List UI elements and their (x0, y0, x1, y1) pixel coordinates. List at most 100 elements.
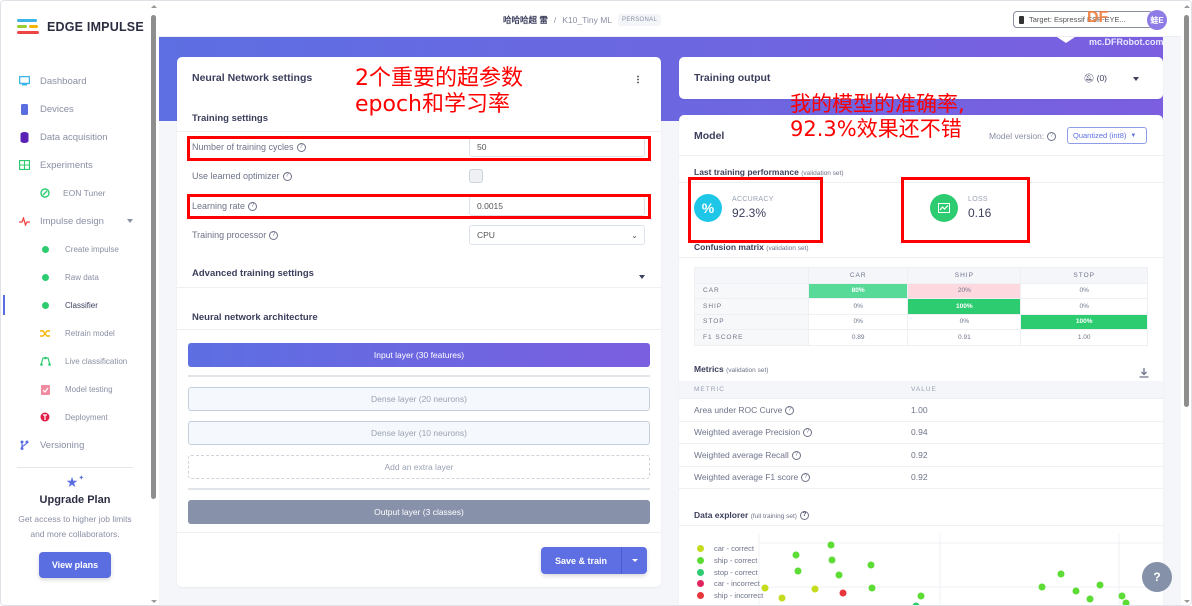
sidebar-item-impulse-design[interactable]: Impulse design (1, 207, 149, 235)
legend-item[interactable]: ship - correct (697, 555, 763, 567)
data-point (828, 556, 836, 564)
bell-off-icon: 🔕︎ (1083, 73, 1095, 83)
add-extra-layer-button[interactable]: Add an extra layer (188, 455, 650, 479)
help-icon[interactable]: ? (799, 511, 809, 521)
sidebar-item-devices[interactable]: Devices (1, 95, 149, 123)
chevron-down-icon[interactable] (639, 275, 645, 279)
upgrade-description: Get access to higher job limits and more… (18, 514, 132, 539)
breadcrumb-owner[interactable]: 哈哈哈超 雷 (503, 14, 548, 26)
sidebar-item-retrain-model[interactable]: Retrain model (1, 319, 149, 347)
page-scrollbar[interactable] (1181, 1, 1191, 605)
more-options-icon[interactable] (637, 75, 639, 84)
scrollbar-thumb[interactable] (1184, 15, 1189, 407)
divider (679, 257, 1163, 258)
cm-row-header: F1 SCORE (694, 329, 809, 346)
data-point (867, 561, 875, 569)
sidebar-item-raw-data[interactable]: Raw data (1, 263, 149, 291)
help-icon[interactable]: ? (1047, 132, 1057, 142)
sidebar-item-label: Devices (40, 103, 74, 115)
divider (679, 525, 1163, 526)
scroll-up-arrow-icon[interactable] (1184, 5, 1190, 8)
data-explorer-legend: car - correct ship - correct stop - corr… (697, 543, 763, 601)
top-bar: 哈哈哈超 雷 / K10_Tiny ML PERSONAL Target: Es… (159, 1, 1181, 37)
legend-item[interactable]: stop - correct (697, 566, 763, 578)
sidebar-item-label: Raw data (65, 272, 99, 282)
notifications-toggle[interactable]: 🔕︎ (0) (1083, 73, 1107, 84)
dense-layer-1[interactable]: Dense layer (20 neurons) (188, 387, 650, 411)
cm-row: SHIP 0% 100% 0% (694, 298, 1148, 315)
learned-optimizer-checkbox[interactable] (469, 169, 483, 183)
data-point (811, 585, 819, 593)
data-point (827, 541, 835, 549)
scrollbar-thumb[interactable] (151, 15, 156, 499)
breadcrumb-project[interactable]: K10_Tiny ML (562, 15, 612, 25)
sidebar-item-label: Create impulse (65, 244, 119, 254)
cm-cell: 0% (907, 313, 1022, 330)
scroll-down-arrow-icon[interactable] (1184, 600, 1190, 603)
cm-col-header: CAR (807, 267, 909, 284)
target-device-button[interactable]: Target: Espressif ESP-EYE... (1013, 11, 1153, 28)
sidebar-item-classifier[interactable]: Classifier (1, 291, 149, 319)
project-type-badge: PERSONAL (618, 14, 662, 26)
main-content: 哈哈哈超 雷 / K10_Tiny ML PERSONAL Target: Es… (159, 1, 1181, 605)
help-icon[interactable]: ? (282, 172, 292, 182)
training-processor-select[interactable]: CPU ⌄ (469, 225, 645, 245)
data-explorer-title: Data explorer (full training set)? (694, 510, 809, 521)
view-plans-button[interactable]: View plans (38, 552, 112, 578)
upgrade-plan-panel: ★✦ Upgrade Plan Get access to higher job… (17, 467, 133, 578)
help-icon[interactable]: ? (801, 473, 811, 483)
input-layer[interactable]: Input layer (30 features) (188, 343, 650, 367)
dense-layer-2[interactable]: Dense layer (10 neurons) (188, 421, 650, 445)
legend-swatch (697, 557, 704, 565)
training-processor-row: Training processor? CPU ⌄ (192, 224, 648, 246)
sidebar-scrollbar[interactable] (149, 1, 159, 605)
sidebar-item-create-impulse[interactable]: Create impulse (1, 235, 149, 263)
data-point (868, 584, 876, 592)
data-point (1122, 599, 1130, 605)
sidebar-item-label: Experiments (40, 159, 93, 171)
sidebar-item-deployment[interactable]: Deployment (1, 403, 149, 431)
sidebar-item-label: Impulse design (40, 215, 104, 227)
model-version-select[interactable]: Quantized (int8) ▼ (1067, 127, 1147, 144)
sidebar-item-live-classification[interactable]: Live classification (1, 347, 149, 375)
help-icon[interactable]: ? (791, 450, 801, 460)
cm-cell: 0% (807, 313, 909, 330)
help-chat-button[interactable]: ? (1142, 562, 1172, 592)
scroll-down-arrow-icon[interactable] (151, 600, 157, 603)
sidebar-item-model-testing[interactable]: Model testing (1, 375, 149, 403)
legend-item[interactable]: ship - incorrect (697, 590, 763, 602)
sidebar-item-data-acquisition[interactable]: Data acquisition (1, 123, 149, 151)
advanced-training-settings-toggle[interactable]: Advanced training settings (192, 268, 314, 279)
sidebar-item-dashboard[interactable]: Dashboard (1, 67, 149, 95)
save-train-dropdown[interactable] (621, 547, 647, 574)
help-icon[interactable]: ? (803, 428, 813, 438)
sidebar-item-label: Data acquisition (40, 131, 108, 143)
download-icon[interactable] (1139, 365, 1149, 378)
legend-item[interactable]: car - incorrect (697, 578, 763, 590)
cm-cell: 20% (907, 282, 1022, 299)
chip-icon (18, 103, 30, 115)
sidebar-item-eon-tuner[interactable]: EON Tuner (1, 179, 149, 207)
pulse-icon (18, 215, 30, 227)
legend-item[interactable]: car - correct (697, 543, 763, 555)
sidebar-item-experiments[interactable]: Experiments (1, 151, 149, 179)
help-icon[interactable]: ? (785, 405, 795, 415)
upgrade-title: Upgrade Plan (39, 494, 111, 506)
logo[interactable]: EDGE IMPULSE (17, 19, 144, 35)
chevron-down-icon[interactable] (1133, 77, 1139, 81)
chevron-down-icon[interactable] (127, 219, 133, 223)
output-layer[interactable]: Output layer (3 classes) (188, 500, 650, 524)
help-icon[interactable]: ? (269, 231, 279, 241)
clipboard-check-icon (39, 383, 51, 395)
metrics-header: VALUE (911, 386, 937, 393)
scroll-up-arrow-icon[interactable] (151, 5, 157, 8)
edge-impulse-logo-icon (17, 19, 39, 35)
dot-icon (39, 299, 51, 311)
sidebar-item-versioning[interactable]: Versioning (1, 431, 149, 459)
cm-corner (694, 267, 809, 284)
metrics-row: Weighted average Precision? 0.94 (679, 422, 1163, 444)
user-avatar[interactable]: 蛙E (1147, 10, 1167, 30)
save-train-button[interactable]: Save & train (541, 547, 621, 574)
data-point (917, 592, 925, 600)
metric-name: Weighted average F1 score? (679, 472, 911, 483)
